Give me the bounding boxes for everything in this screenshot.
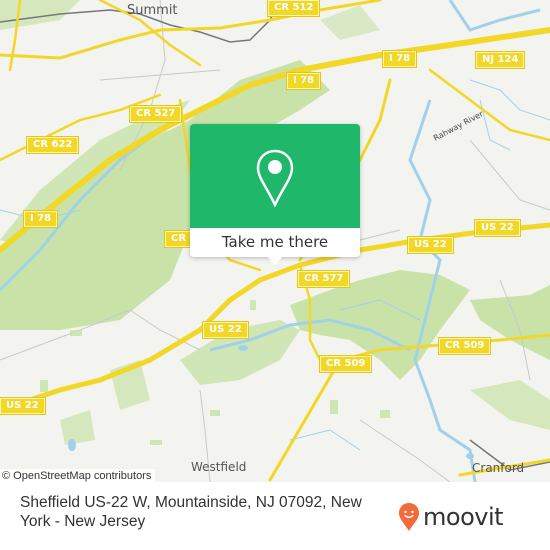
moovit-logo[interactable]: moovit: [398, 500, 504, 534]
location-popup: Take me there: [190, 124, 360, 265]
road-shield-i78: I 78: [24, 211, 58, 227]
address-text: Sheffield US-22 W, Mountainside, NJ 0709…: [20, 494, 362, 530]
road-shield-i78: I 78: [383, 51, 417, 67]
place-label-summit: Summit: [127, 3, 178, 18]
road-shield-us22: US 22: [408, 237, 453, 253]
road-shield-us22: US 22: [0, 398, 45, 414]
road-shield-us22: US 22: [475, 220, 520, 236]
road-shield-i78: I 78: [287, 73, 321, 89]
road-shield-cr509: CR 509: [320, 356, 372, 372]
road-shield-cr527: CR 527: [130, 106, 182, 122]
map[interactable]: Summit Westfield Cranford Rahway River C…: [0, 0, 550, 482]
road-shield-us22: US 22: [203, 322, 248, 338]
road-shield-cr622: CR 622: [27, 137, 79, 153]
place-label-westfield: Westfield: [191, 460, 247, 474]
location-pin-icon: [256, 149, 294, 207]
brand-name: moovit: [423, 503, 504, 531]
road-shield-cr512: CR 512: [268, 0, 320, 16]
road-shield-cr577: CR 577: [298, 271, 350, 287]
take-me-there-button[interactable]: Take me there: [190, 228, 360, 257]
road-shield-nj124: NJ 124: [476, 52, 525, 68]
map-attribution[interactable]: © OpenStreetMap contributors: [0, 469, 156, 482]
place-label-cranford: Cranford: [472, 461, 525, 475]
popup-pointer: [267, 256, 283, 265]
popup-header: [190, 124, 360, 228]
road-shield-cr509: CR 509: [439, 338, 491, 354]
road-shield-cr: CR: [165, 231, 193, 247]
moovit-pin-icon: [399, 503, 419, 531]
footer: Sheffield US-22 W, Mountainside, NJ 0709…: [0, 482, 550, 550]
